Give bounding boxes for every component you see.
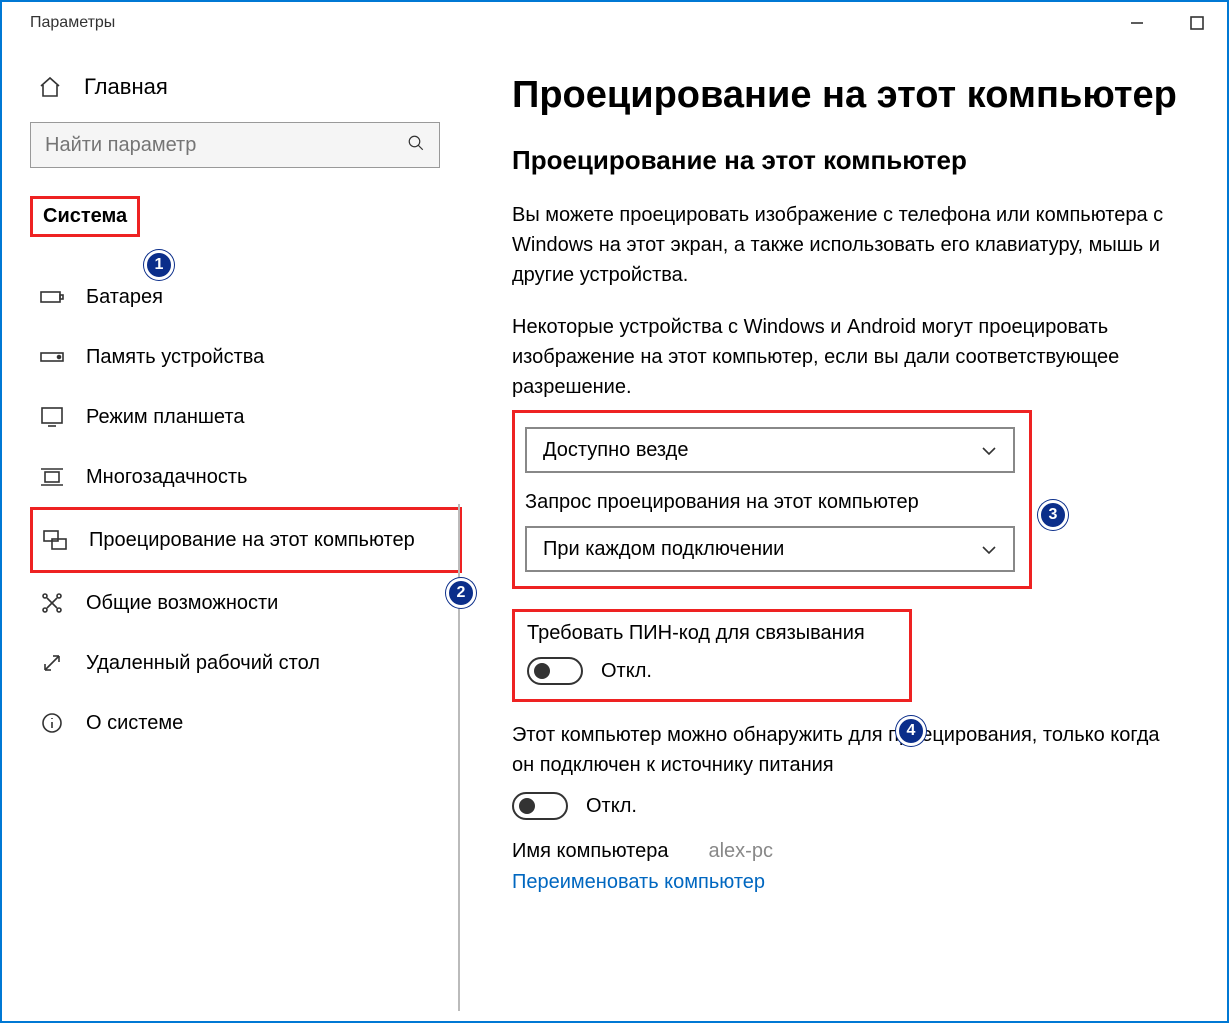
power-toggle[interactable]	[512, 792, 568, 820]
sidebar-item-label: Удаленный рабочий стол	[86, 652, 320, 675]
sidebar: Главная Система Батарея Память устройств…	[2, 44, 462, 1021]
rename-pc-link[interactable]: Переименовать компьютер	[512, 871, 765, 894]
main-pane: Проецирование на этот компьютер Проециро…	[462, 44, 1227, 1021]
availability-value: Доступно везде	[543, 439, 688, 462]
sidebar-item-label: Многозадачность	[86, 466, 247, 489]
search-input[interactable]	[45, 134, 407, 157]
highlight-group-3: Доступно везде Запрос проецирования на э…	[512, 410, 1032, 589]
pcname-label: Имя компьютера	[512, 840, 668, 863]
breadcrumb-system[interactable]: Система	[30, 196, 140, 237]
about-icon	[40, 711, 64, 735]
page-subtitle: Проецирование на этот компьютер	[512, 145, 1187, 176]
sidebar-item-label: Память устройства	[86, 346, 264, 369]
request-label: Запрос проецирования на этот компьютер	[525, 491, 1019, 514]
sidebar-item-tablet[interactable]: Режим планшета	[30, 387, 462, 447]
project-icon	[43, 528, 67, 552]
pcname-value: alex-pc	[708, 840, 772, 863]
home-label: Главная	[84, 74, 168, 100]
annotation-badge-3: 3	[1038, 500, 1068, 530]
desc-1: Вы можете проецировать изображение с тел…	[512, 200, 1187, 290]
sidebar-item-label: Батарея	[86, 286, 163, 309]
pin-toggle-state: Откл.	[601, 660, 652, 683]
sidebar-item-label: Режим планшета	[86, 406, 244, 429]
page-title: Проецирование на этот компьютер	[512, 74, 1187, 117]
sidebar-item-label: Проецирование на этот компьютер	[89, 529, 415, 552]
sidebar-item-label: О системе	[86, 712, 183, 735]
request-dropdown[interactable]: При каждом подключении	[525, 526, 1015, 572]
multitask-icon	[40, 465, 64, 489]
sidebar-item-multitask[interactable]: Многозадачность	[30, 447, 462, 507]
chevron-down-icon	[981, 439, 997, 462]
maximize-button[interactable]	[1167, 2, 1227, 44]
availability-dropdown[interactable]: Доступно везде	[525, 427, 1015, 473]
search-icon	[407, 134, 425, 157]
battery-icon	[40, 285, 64, 309]
shared-icon	[40, 591, 64, 615]
home-icon	[38, 75, 62, 99]
search-box[interactable]	[30, 122, 440, 168]
annotation-badge-1: 1	[144, 250, 174, 280]
tablet-icon	[40, 405, 64, 429]
titlebar: Параметры	[2, 2, 1227, 44]
pin-label: Требовать ПИН-код для связывания	[527, 622, 897, 645]
pin-toggle[interactable]	[527, 657, 583, 685]
power-label: Этот компьютер можно обнаружить для прое…	[512, 720, 1187, 780]
sidebar-item-projecting[interactable]: Проецирование на этот компьютер	[30, 507, 462, 573]
sidebar-item-about[interactable]: О системе	[30, 693, 462, 753]
desc-2: Некоторые устройства с Windows и Android…	[512, 312, 1187, 402]
chevron-down-icon	[981, 538, 997, 561]
sidebar-item-remote[interactable]: Удаленный рабочий стол	[30, 633, 462, 693]
sidebar-item-battery[interactable]: Батарея	[30, 267, 462, 327]
window-title: Параметры	[30, 14, 115, 32]
request-value: При каждом подключении	[543, 538, 784, 561]
power-toggle-state: Откл.	[586, 795, 637, 818]
remote-icon	[40, 651, 64, 675]
sidebar-item-shared[interactable]: Общие возможности	[30, 573, 462, 633]
sidebar-item-storage[interactable]: Память устройства	[30, 327, 462, 387]
storage-icon	[40, 345, 64, 369]
highlight-group-4: Требовать ПИН-код для связывания Откл.	[512, 609, 912, 702]
minimize-button[interactable]	[1107, 2, 1167, 44]
sidebar-item-label: Общие возможности	[86, 592, 278, 615]
home-link[interactable]: Главная	[30, 64, 462, 122]
annotation-badge-4: 4	[896, 716, 926, 746]
annotation-badge-2: 2	[446, 578, 476, 608]
